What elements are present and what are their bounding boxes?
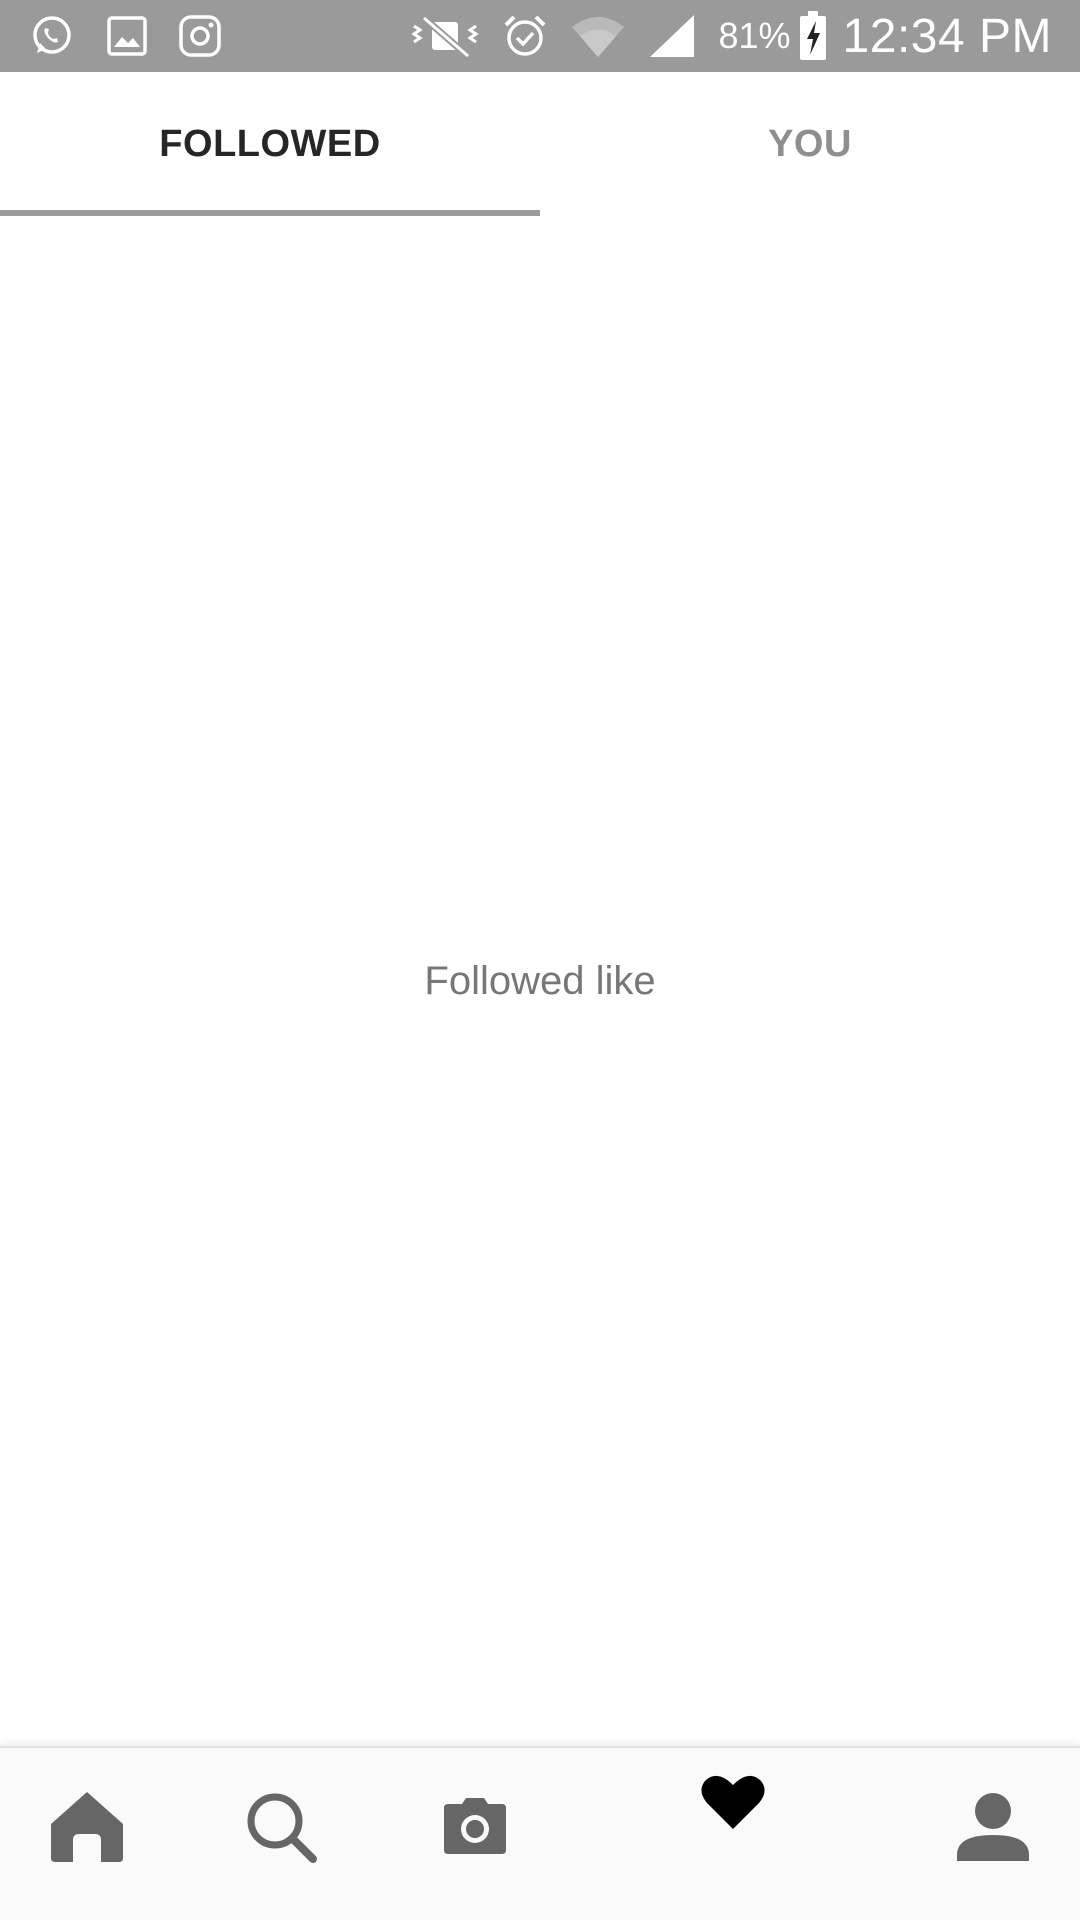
heart-icon — [701, 1773, 765, 1834]
nav-profile-button[interactable] — [938, 1774, 1048, 1884]
home-icon — [49, 1790, 125, 1869]
bottom-navigation — [0, 1746, 1080, 1920]
profile-icon — [955, 1791, 1031, 1868]
tab-you[interactable]: YOU — [540, 72, 1080, 216]
battery-percent: 81% — [718, 15, 791, 56]
empty-state-message: Followed like — [424, 959, 656, 1003]
status-bar-system: 81% 12:34 PM — [388, 9, 1052, 64]
clock: 12:34 PM — [842, 9, 1052, 63]
tab-followed-label: FOLLOWED — [159, 122, 381, 165]
activity-tabs: FOLLOWED YOU — [0, 72, 1080, 216]
search-icon — [243, 1789, 319, 1870]
tab-followed[interactable]: FOLLOWED — [0, 72, 540, 216]
camera-icon — [442, 1797, 508, 1861]
instagram-icon — [178, 14, 222, 58]
vibrate-mute-icon — [410, 14, 480, 58]
followed-feed: Followed like — [0, 216, 1080, 1746]
activity-screen: 81% 12:34 PM FOLLOWED YOU Followed like — [0, 0, 1080, 1920]
battery-charging-icon — [799, 11, 827, 61]
gallery-icon — [106, 15, 148, 57]
status-bar-notifications — [28, 12, 252, 60]
wifi-icon — [570, 13, 626, 59]
tab-you-label: YOU — [768, 122, 852, 165]
status-bar: 81% 12:34 PM — [0, 0, 1080, 72]
nav-activity-button[interactable] — [678, 1748, 788, 1858]
nav-camera-button[interactable] — [420, 1774, 530, 1884]
alarm-icon — [502, 13, 548, 59]
nav-search-button[interactable] — [226, 1774, 336, 1884]
nav-home-button[interactable] — [32, 1774, 142, 1884]
signal-icon — [648, 13, 696, 59]
whatsapp-icon — [28, 12, 76, 60]
